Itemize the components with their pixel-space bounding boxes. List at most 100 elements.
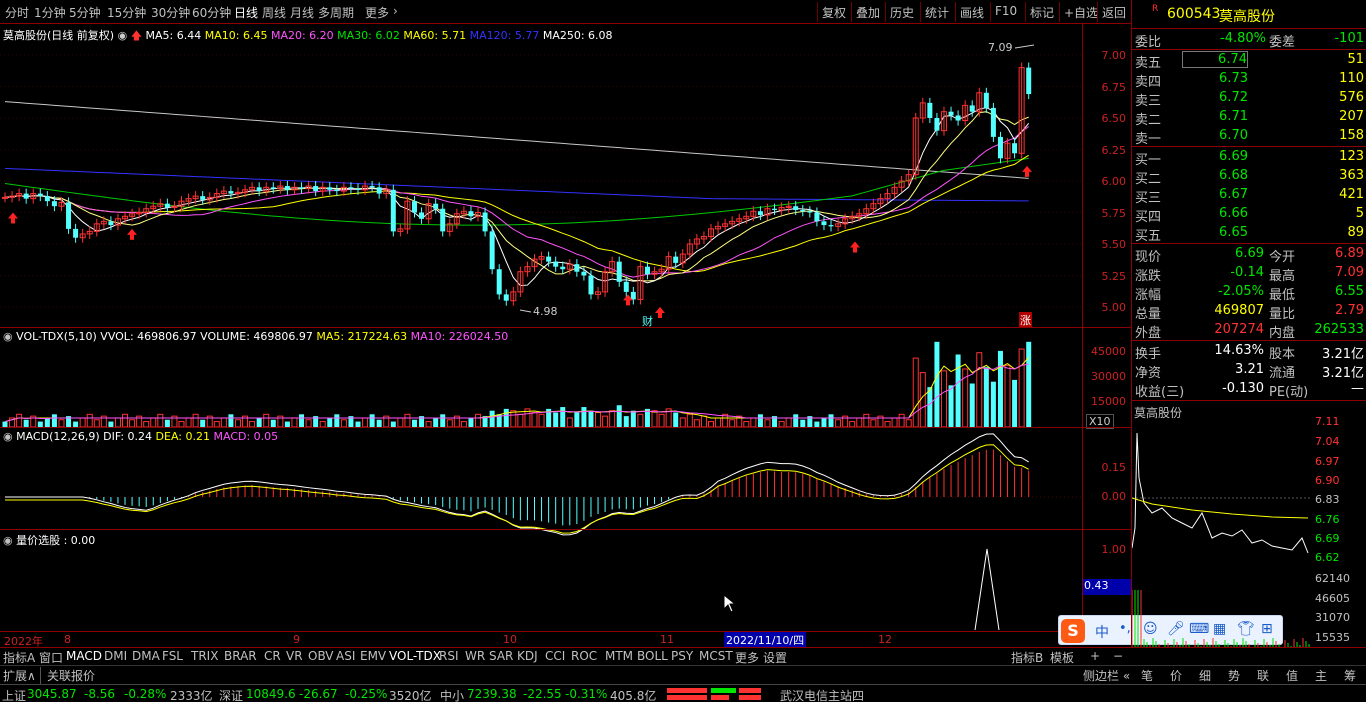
sidebar-tab[interactable]: 笔 — [1141, 667, 1153, 684]
sidebar-tab[interactable]: 细 — [1199, 667, 1211, 684]
history-button[interactable]: 历史 — [885, 2, 918, 22]
indicator-tab[interactable]: ASI — [336, 649, 355, 663]
collapse-icon[interactable]: ◉ — [3, 430, 13, 443]
volume-bar — [1018, 348, 1025, 428]
sidebar-toggle[interactable]: 侧边栏 « — [1083, 667, 1130, 684]
indicator-tab[interactable]: VOL-TDX — [389, 649, 441, 663]
back-button[interactable]: 返回 — [1097, 2, 1130, 22]
buy-signal-icon — [655, 307, 665, 318]
collapse-icon[interactable]: ◉ — [3, 534, 13, 547]
quote-cell: 469807 — [1214, 303, 1264, 318]
period-multi[interactable]: 多周期 — [318, 4, 354, 21]
volume-bar — [23, 419, 29, 427]
ma10-line — [4, 111, 1029, 282]
period-1min[interactable]: 1分钟 — [34, 4, 66, 21]
indicator-tab[interactable]: FSL — [162, 649, 183, 663]
chevron-right-icon[interactable]: › — [393, 4, 398, 18]
indicator-tab[interactable]: 窗口 — [39, 649, 63, 666]
draw-button[interactable]: 画线 — [955, 2, 988, 22]
indicator-tab[interactable]: ROC — [571, 649, 597, 663]
period-5min[interactable]: 5分钟 — [69, 4, 101, 21]
quote-cell: 6.89 — [1335, 246, 1364, 261]
period-monthly[interactable]: 月线 — [290, 4, 314, 21]
period-15min[interactable]: 15分钟 — [107, 4, 146, 21]
add-indicator-icon[interactable]: + — [1090, 649, 1100, 663]
indicator-tab[interactable]: TRIX — [191, 649, 218, 663]
volume-bar — [1012, 379, 1018, 427]
server-name[interactable]: 武汉电信主站四 — [780, 687, 864, 702]
ime-mode[interactable]: 中 — [1095, 622, 1109, 642]
period-daily[interactable]: 日线 — [234, 4, 258, 21]
candle-body — [574, 264, 580, 272]
overlay-button[interactable]: 叠加 — [851, 2, 884, 22]
indicator-tab[interactable]: 模板 — [1050, 649, 1074, 666]
sidebar-tab[interactable]: 筹 — [1344, 667, 1356, 684]
volume-bar — [503, 408, 509, 427]
period-30min[interactable]: 30分钟 — [151, 4, 190, 21]
indicator-tab[interactable]: BOLL — [637, 649, 668, 663]
period-60min[interactable]: 60分钟 — [192, 4, 231, 21]
period-fenshi[interactable]: 分时 — [5, 4, 29, 21]
add-watchlist-button[interactable]: +自选 — [1059, 2, 1102, 22]
remove-indicator-icon[interactable]: − — [1113, 649, 1123, 663]
quote-row: 现价 6.69 今开 6.89 — [1132, 245, 1366, 265]
volume-bar — [927, 387, 933, 427]
indicator-tab[interactable]: BRAR — [224, 649, 257, 663]
period-weekly[interactable]: 周线 — [262, 4, 286, 21]
related-quote-tab[interactable]: 关联报价 — [47, 667, 95, 684]
indicator-tab[interactable]: MCST — [699, 649, 733, 663]
indicator-tab[interactable]: EMV — [360, 649, 386, 663]
expand-button[interactable]: 扩展∧ — [3, 667, 41, 684]
volume-bar — [334, 414, 340, 427]
indicator-tab[interactable]: CR — [264, 649, 281, 663]
indicator-tab[interactable]: VR — [286, 649, 303, 663]
volume-bar — [362, 417, 369, 428]
dif-line — [5, 433, 1029, 536]
indicator-tab[interactable]: 指标A — [3, 649, 35, 666]
quote-cell: 3.21亿 — [1322, 347, 1364, 362]
indicator-tab[interactable]: KDJ — [517, 649, 538, 663]
fuquan-button[interactable]: 复权 — [817, 2, 850, 22]
quote-cell: 207274 — [1214, 322, 1264, 337]
punct-icon[interactable]: •, — [1119, 621, 1131, 636]
indicator-tab[interactable]: SAR — [489, 649, 513, 663]
quote-cell: 外盘 — [1135, 326, 1162, 341]
intraday-mini-chart[interactable] — [1132, 418, 1312, 650]
sidebar-tab[interactable]: 势 — [1228, 667, 1240, 684]
period-more[interactable]: 更多 — [365, 4, 389, 21]
buy-volume: 363 — [1339, 168, 1364, 183]
indicator-tab[interactable]: DMI — [104, 649, 127, 663]
indicator-tab[interactable]: OBV — [308, 649, 334, 663]
indicator-tab[interactable]: MACD — [66, 649, 102, 663]
volume-bar — [1026, 341, 1032, 427]
indicator-tab[interactable]: 指标B — [1011, 649, 1043, 666]
buy-signal-icon — [127, 228, 137, 240]
stats-button[interactable]: 统计 — [920, 2, 953, 22]
sell-price: 6.74 — [1182, 51, 1248, 68]
indicator-tab[interactable]: RSI — [439, 649, 459, 663]
buy-signal-icon — [850, 241, 860, 253]
indicator-tab[interactable]: MTM — [605, 649, 633, 663]
indicator-tab[interactable]: PSY — [671, 649, 693, 663]
volume-bar — [630, 410, 636, 427]
sidebar-tab[interactable]: 值 — [1286, 667, 1298, 684]
sidebar-tab[interactable]: 价 — [1170, 667, 1182, 684]
volume-bar — [905, 419, 912, 428]
candle-body — [313, 186, 319, 192]
collapse-icon[interactable]: ◉ — [3, 330, 13, 343]
indicator-tab[interactable]: DMA — [132, 649, 160, 663]
indicator-tab[interactable]: WR — [465, 649, 485, 663]
x-tick: 11 — [660, 633, 674, 646]
sidebar-tab[interactable]: 主 — [1315, 667, 1327, 684]
f10-button[interactable]: F10 — [990, 2, 1021, 22]
sidebar-tab[interactable]: 联 — [1257, 667, 1269, 684]
sogou-logo-icon[interactable]: S — [1061, 619, 1085, 643]
vol-ma5-label: MA5: 217224.63 — [316, 330, 408, 343]
candle-body — [581, 271, 587, 276]
indicator-tab[interactable]: 设置 — [763, 649, 787, 666]
zhang-marker[interactable]: 涨 — [1019, 312, 1032, 328]
mark-button[interactable]: 标记 — [1025, 2, 1058, 22]
indicator-tab[interactable]: 更多 — [735, 649, 759, 666]
indicator-tab[interactable]: CCI — [545, 649, 565, 663]
volume-bar — [566, 417, 573, 428]
